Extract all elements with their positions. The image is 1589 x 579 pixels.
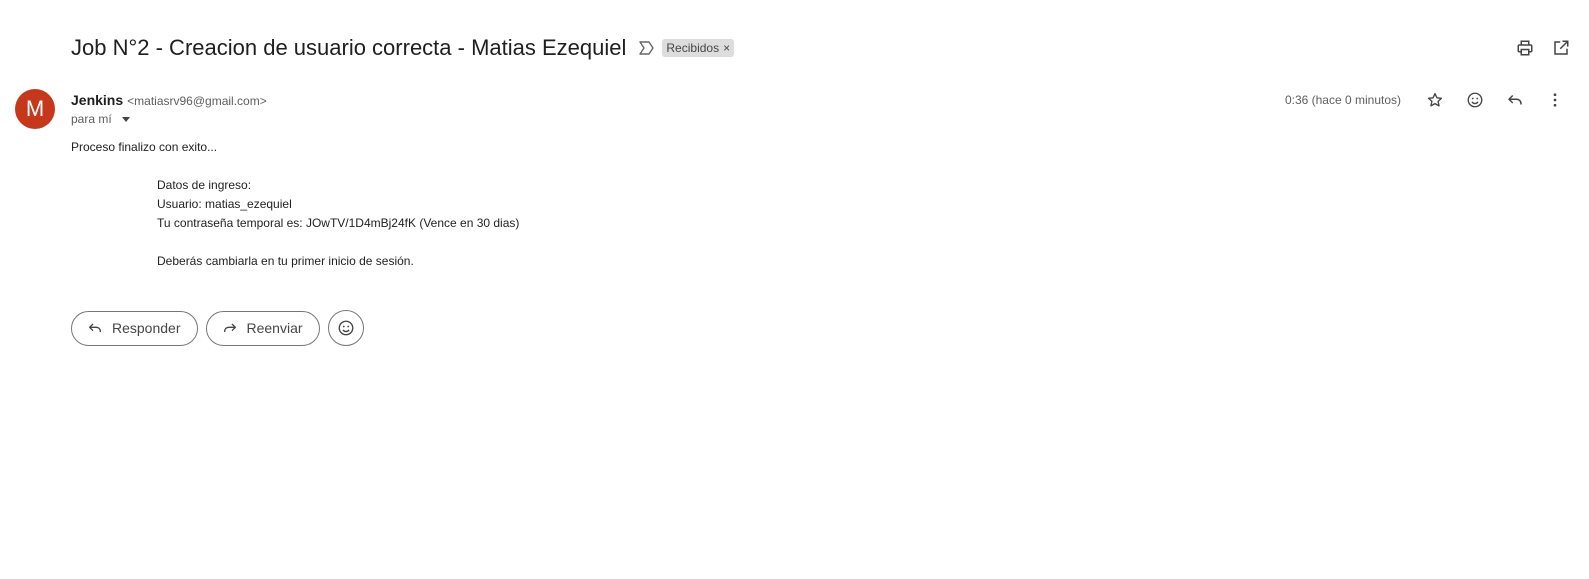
message-body-intro: Proceso finalizo con exito... [71,140,218,154]
label-chip-inbox[interactable]: Recibidos × [662,39,735,57]
subject-row: Job N°2 - Creacion de usuario correcta -… [71,33,735,63]
body-line-change-notice: Deberás cambiarla en tu primer inicio de… [157,254,414,268]
reply-icon[interactable] [1505,90,1525,110]
forward-icon [221,319,239,337]
body-line-login-data: Datos de ingreso: [157,178,252,192]
chevron-down-icon[interactable] [121,117,130,122]
remove-label-icon[interactable]: × [723,41,730,55]
recipient-label: para mí [71,112,112,126]
body-line-temp-password: Tu contraseña temporal es: JOwTV/1D4mBj2… [157,216,520,230]
message-meta: 0:36 (hace 0 minutos) [1285,89,1575,111]
recipient-details-toggle[interactable]: para mí [71,112,130,126]
forward-button-label: Reenviar [246,320,303,336]
sender-name[interactable]: Jenkins [71,92,123,108]
open-in-new-window-icon[interactable] [1551,38,1571,58]
forward-button[interactable]: Reenviar [205,310,320,346]
star-icon[interactable] [1425,90,1445,110]
reply-button-label: Responder [112,320,181,336]
reply-icon [86,319,104,337]
emoji-reaction-button[interactable] [327,310,364,346]
sender-email: <matiasrv96@gmail.com> [127,94,267,108]
message-timestamp: 0:36 (hace 0 minutos) [1284,93,1401,107]
reply-button[interactable]: Responder [71,310,198,346]
emoji-icon[interactable] [1465,90,1485,110]
body-line-username: Usuario: matias_ezequiel [157,197,292,211]
avatar[interactable]: M [15,89,55,129]
thread-actions [1515,38,1571,58]
message-body-details: Datos de ingreso: Usuario: matias_ezequi… [157,176,519,271]
print-icon[interactable] [1515,38,1535,58]
sender-line: Jenkins <matiasrv96@gmail.com> [71,92,267,108]
importance-marker-icon[interactable] [638,39,656,57]
message-actions: Responder Reenviar [71,310,364,346]
emoji-icon [337,319,355,337]
email-subject: Job N°2 - Creacion de usuario correcta -… [71,35,627,60]
more-vert-icon[interactable] [1545,90,1565,110]
label-chip-text: Recibidos [666,41,720,55]
